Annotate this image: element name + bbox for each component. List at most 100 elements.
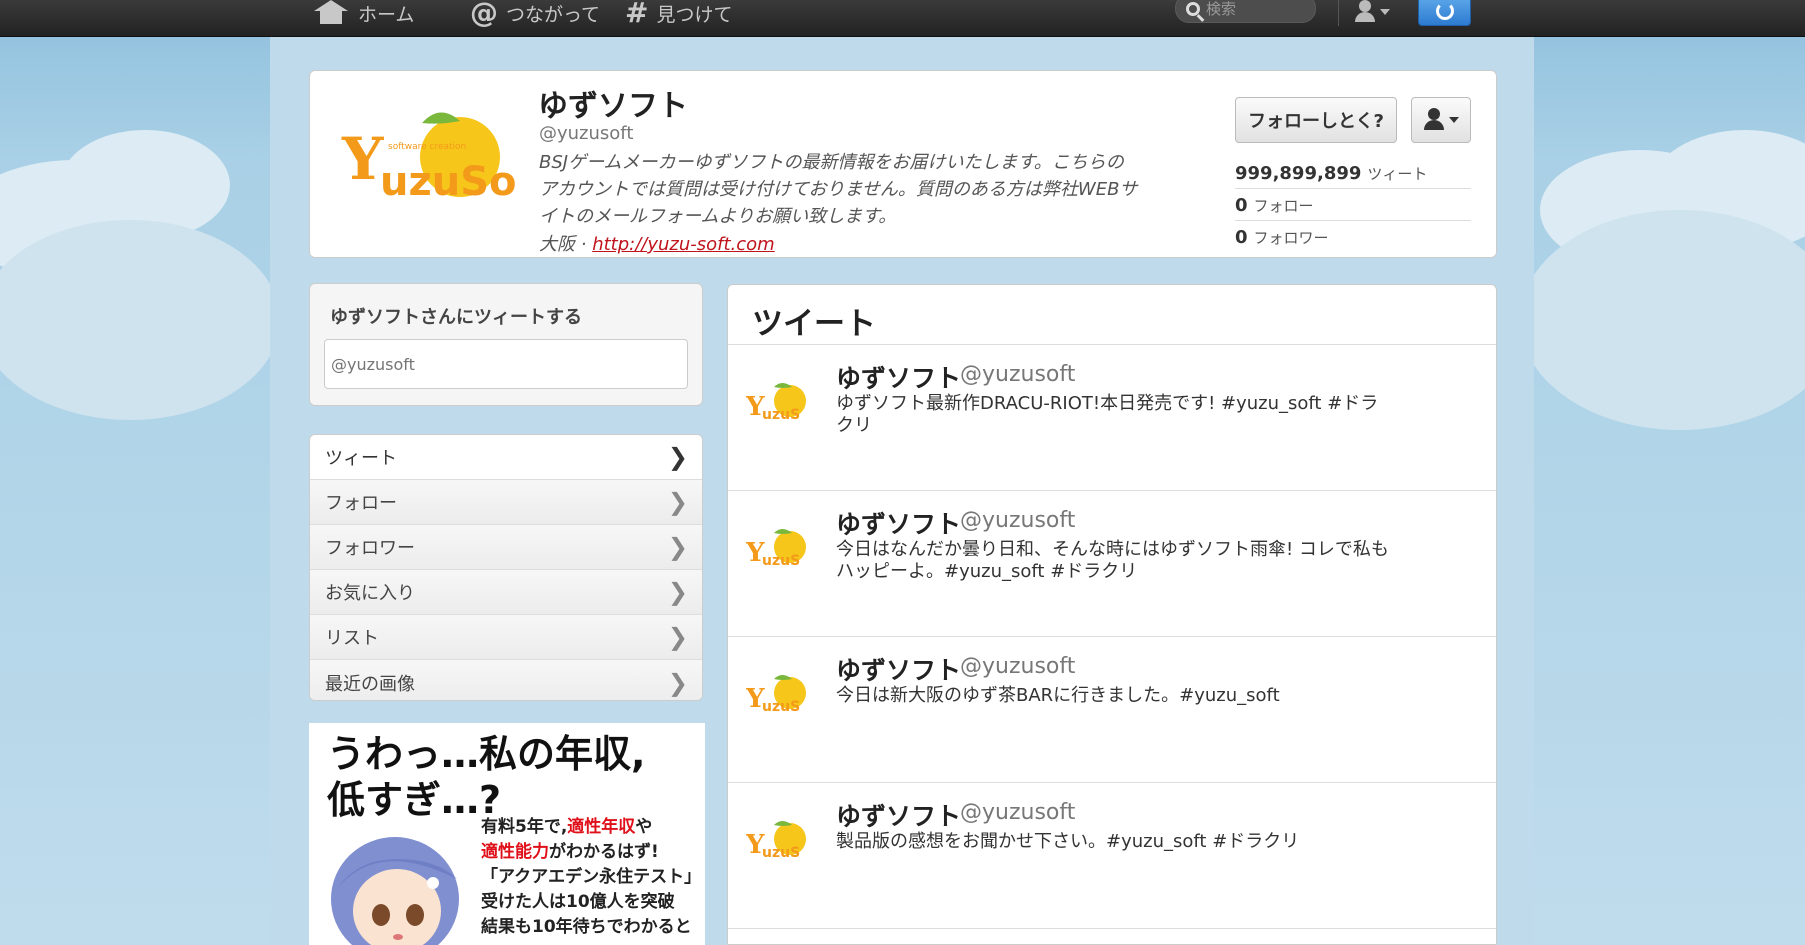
chevron-right-icon: ❯	[667, 533, 688, 561]
nav-connect[interactable]: @ つながって	[470, 0, 601, 27]
sidenav-item-tweets[interactable]: ツィート ❯	[310, 435, 702, 480]
cloud	[0, 220, 280, 420]
svg-text:Y: Y	[341, 125, 384, 193]
search-input[interactable]: 検索	[1175, 0, 1316, 23]
tweet-author-name[interactable]: ゆずソフト	[836, 797, 961, 833]
tweet-text: ゆずソフト最新作DRACU-RIOT!本日発売です! #yuzu_soft #ド…	[836, 393, 1379, 436]
sidenav-item-following[interactable]: フォロー ❯	[310, 480, 702, 525]
profile-card: Y uzuSoFT software creation ゆずソフト @yuzus…	[309, 70, 1497, 258]
tweet-author-handle[interactable]: @yuzusoft	[960, 654, 1075, 679]
tweet-author-name[interactable]: ゆずソフト	[836, 651, 961, 687]
tweet-text: 製品版の感想をお聞かせ下さい。#yuzu_soft #ドラクリ	[836, 831, 1300, 852]
compose-tweet-button[interactable]	[1418, 0, 1471, 26]
stat-followers[interactable]: 0 フォロワー	[1235, 221, 1471, 253]
ad-body-text: 有料5年で,適性年収や 適性能力がわかるはず! 「アクアエデン永住テスト」 受け…	[481, 815, 701, 940]
tweet-to-user-box: ゆずソフトさんにツィートする	[309, 283, 703, 406]
hash-icon: #	[625, 0, 649, 29]
chevron-right-icon: ❯	[667, 488, 688, 516]
account-menu-button[interactable]	[1354, 0, 1390, 24]
advertisement-banner[interactable]: うわっ…私の年収, 低すぎ…? 有料5年で,適性年収や 適性能力がわかるはず! …	[309, 723, 705, 945]
tweet-author-name[interactable]: ゆずソフト	[836, 505, 961, 541]
sidenav-item-label: フォロワー	[325, 538, 415, 559]
ad-text: や	[635, 817, 653, 837]
ad-line: 「アクアエデン永住テスト」	[481, 867, 702, 887]
sidenav-item-followers[interactable]: フォロワー ❯	[310, 525, 702, 570]
sidenav-item-favorites[interactable]: お気に入り ❯	[310, 570, 702, 615]
person-icon	[1423, 108, 1445, 132]
ad-line: 有料5年で,適性年収や	[481, 815, 701, 840]
profile-location: 大阪	[539, 234, 575, 255]
tweets-panel: ツイート Y uzuS ゆずソフト @yuzusoft ゆずソフト最新作DRAC…	[727, 284, 1497, 945]
tweet-item[interactable]: Y uzuS ゆずソフト @yuzusoft 製品版の感想をお聞かせ下さい。#y…	[728, 783, 1496, 929]
svg-text:uzuS: uzuS	[762, 699, 800, 715]
chevron-right-icon: ❯	[667, 668, 688, 697]
profile-url-link[interactable]: http://yuzu-soft.com	[592, 234, 775, 255]
ad-line: 結果も10年待ちでわかると	[481, 917, 692, 937]
stat-number: 0	[1235, 227, 1248, 248]
tweet-author-handle[interactable]: @yuzusoft	[960, 800, 1075, 825]
nav-discover[interactable]: # 見つけて	[625, 0, 733, 29]
tweet-to-input[interactable]	[324, 339, 688, 389]
svg-text:uzuS: uzuS	[762, 553, 800, 569]
profile-stats: 999,899,899 ツィート 0 フォロー 0 フォロワー	[1235, 157, 1471, 253]
yuzusoft-logo: Y uzuSoFT software creation	[341, 112, 520, 205]
tweet-author-handle[interactable]: @yuzusoft	[960, 508, 1075, 533]
nav-home[interactable]: ホーム	[312, 0, 414, 26]
stat-number: 999,899,899	[1235, 163, 1362, 184]
follow-button[interactable]: フォローしとく?	[1235, 97, 1397, 143]
tweet-item[interactable]: Y uzuS ゆずソフト @yuzusoft ゆずソフト最新作DRACU-RIO…	[728, 345, 1496, 491]
home-icon	[312, 0, 350, 26]
tweet-avatar[interactable]: Y uzuS	[746, 673, 812, 717]
svg-text:software creation: software creation	[388, 142, 466, 152]
chevron-down-icon	[1449, 117, 1459, 123]
profile-bio: BSJゲームメーカーゆずソフトの最新情報をお届けいたします。こちらのアカウントで…	[539, 152, 1138, 227]
chevron-right-icon: ❯	[667, 443, 688, 471]
ad-character-image	[331, 837, 459, 945]
user-actions-button[interactable]	[1411, 97, 1471, 143]
ad-highlight: 適性年収	[567, 817, 636, 837]
tweet-author-name[interactable]: ゆずソフト	[836, 359, 961, 395]
sidenav-item-label: ツィート	[325, 448, 397, 469]
svg-text:uzuS: uzuS	[762, 407, 800, 423]
stat-tweets[interactable]: 999,899,899 ツィート	[1235, 157, 1471, 189]
stat-label: ツィート	[1367, 165, 1428, 183]
svg-text:uzuS: uzuS	[762, 845, 800, 861]
svg-text:uzuSoFT: uzuSoFT	[380, 159, 520, 205]
location-separator: ·	[580, 234, 587, 255]
tweet-to-title: ゆずソフトさんにツィートする	[330, 307, 582, 328]
tweet-author-handle[interactable]: @yuzusoft	[960, 362, 1075, 387]
ad-headline-line: うわっ…私の年収,	[327, 732, 646, 776]
profile-location-line: 大阪 · http://yuzu-soft.com	[539, 230, 775, 256]
topbar-divider	[1338, 0, 1339, 26]
sidenav-item-label: フォロー	[325, 493, 397, 514]
tweet-item[interactable]: Y uzuS ゆずソフト @yuzusoft 今日は新大阪のゆず茶BARに行きま…	[728, 637, 1496, 783]
sidenav-item-label: お気に入り	[325, 583, 415, 604]
stat-number: 0	[1235, 195, 1248, 216]
sidenav-item-label: 最近の画像	[325, 673, 415, 695]
tweet-avatar[interactable]: Y uzuS	[746, 381, 812, 425]
nav-discover-label: 見つけて	[656, 3, 733, 26]
tweet-avatar[interactable]: Y uzuS	[746, 527, 812, 571]
tweets-header: ツイート	[728, 285, 1496, 345]
sidenav-item-recent-images[interactable]: 最近の画像 ❯	[310, 660, 702, 700]
stat-label: フォロー	[1253, 197, 1314, 215]
tweet-avatar[interactable]: Y uzuS	[746, 819, 812, 863]
sidenav-item-lists[interactable]: リスト ❯	[310, 615, 702, 660]
top-navigation-bar: ホーム @ つながって # 見つけて 検索	[0, 0, 1805, 37]
person-icon	[1354, 0, 1376, 24]
nav-connect-label: つながって	[506, 3, 601, 26]
ad-line: 適性能力がわかるはず!	[481, 840, 701, 865]
chevron-right-icon: ❯	[667, 578, 688, 606]
tweet-text: 今日は新大阪のゆず茶BARに行きました。#yuzu_soft	[836, 685, 1280, 706]
ad-headline: うわっ…私の年収, 低すぎ…?	[327, 731, 645, 823]
ad-highlight: 適性能力	[481, 842, 549, 862]
stat-label: フォロワー	[1253, 229, 1329, 247]
compose-icon	[1435, 2, 1454, 20]
stat-following[interactable]: 0 フォロー	[1235, 189, 1471, 221]
tweet-text: 今日はなんだか曇り日和、そんな時にはゆずソフト雨傘! コレで私もハッピーよ。#y…	[836, 539, 1389, 582]
tweet-item[interactable]: Y uzuS ゆずソフト @yuzusoft 今日はなんだか曇り日和、そんな時に…	[728, 491, 1496, 637]
ad-text: 有料5年で,	[481, 817, 568, 837]
profile-name: ゆずソフト	[538, 89, 688, 124]
search-placeholder: 検索	[1206, 0, 1237, 18]
ad-line: 受けた人は10億人を突破	[481, 892, 675, 912]
